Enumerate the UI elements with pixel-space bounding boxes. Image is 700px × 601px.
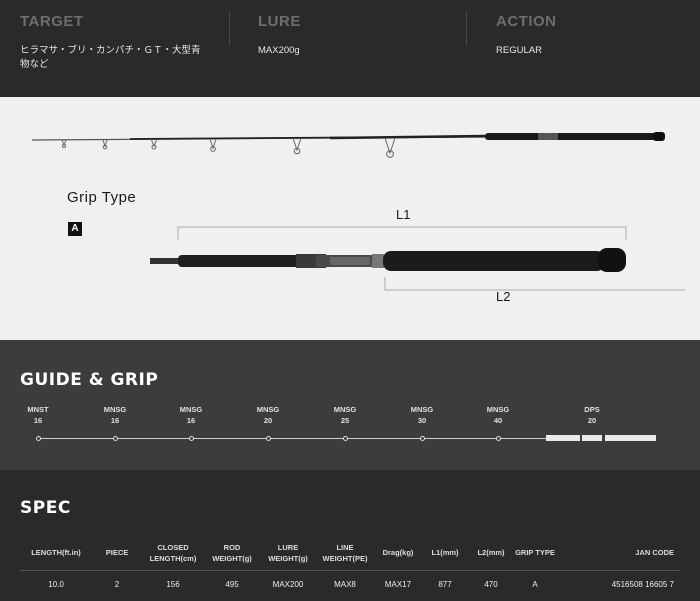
table-cell: 2 — [92, 569, 142, 598]
grip-bar — [546, 435, 580, 441]
column-header: LENGTH(ft.in) — [31, 548, 81, 558]
table-cell: 4516508 16605 7 — [556, 569, 680, 598]
spec-table: LENGTH(ft.in) PIECE CLOSED LENGTH(cm) RO… — [20, 536, 680, 598]
guide-type: MNSG — [410, 405, 434, 414]
guide-size: 25 — [340, 416, 350, 425]
spec-title: SPEC — [20, 498, 71, 518]
guide-item: MNSG 16 — [85, 404, 145, 426]
column-header: PIECE — [105, 548, 129, 558]
grip-type-badge: A — [68, 222, 82, 236]
spec-header-row: LENGTH(ft.in) PIECE CLOSED LENGTH(cm) RO… — [20, 536, 680, 570]
rod-illustration — [31, 132, 685, 291]
column-header: ROD WEIGHT(g) — [212, 542, 252, 563]
guide-type: MNSG — [103, 405, 127, 414]
grip-bar — [605, 435, 656, 441]
guide-type: MNST — [27, 405, 49, 414]
guide-dot — [188, 436, 194, 441]
guide-item: MNSG 16 — [161, 404, 221, 426]
table-cell: 10.0 — [20, 569, 92, 598]
target-value: ヒラマサ・ブリ・カンパチ・ＧＴ・大型青物など — [20, 45, 201, 70]
guide-type: MNSG — [256, 405, 280, 414]
column-header: JAN CODE — [635, 548, 674, 558]
guide-dot — [342, 436, 348, 441]
table-cell: MAX8 — [316, 569, 374, 598]
column-header: CLOSED LENGTH(cm) — [149, 542, 197, 563]
rod-image-area: Grip Type A L1 L2 — [0, 97, 700, 340]
guide-type: MNSG — [179, 405, 203, 414]
table-cell: A — [514, 569, 556, 598]
column-header: LINE WEIGHT(PE) — [322, 542, 368, 563]
column-header: L1(mm) — [431, 548, 459, 558]
guide-grip-section: GUIDE & GRIP MNST 16 MNSG 16 MNSG 16 MNS… — [0, 340, 700, 470]
grip-type-title: Grip Type — [67, 189, 137, 206]
table-cell: MAX17 — [374, 569, 422, 598]
guide-size: 30 — [417, 416, 427, 425]
guide-grip-title: GUIDE & GRIP — [20, 370, 159, 390]
grip-type: DPS — [584, 405, 600, 414]
table-cell: 877 — [422, 569, 468, 598]
table-cell: 470 — [468, 569, 514, 598]
table-cell: 495 — [204, 569, 260, 598]
guide-dot — [419, 436, 425, 441]
column-divider — [229, 12, 230, 46]
guide-item: MNSG 40 — [468, 404, 528, 426]
dimension-l1-label: L1 — [396, 207, 411, 222]
guide-item: MNST 16 — [8, 404, 68, 426]
guide-size: 40 — [493, 416, 503, 425]
grip-size: 20 — [587, 416, 597, 425]
column-header: Drag(kg) — [382, 548, 414, 558]
guide-item: MNSG 25 — [315, 404, 375, 426]
guide-size: 20 — [263, 416, 273, 425]
column-divider — [466, 12, 467, 46]
column-header: GRIP TYPE — [515, 548, 555, 558]
grip-bar — [582, 435, 602, 441]
grip-image — [150, 248, 626, 272]
spec-summary: TARGET ヒラマサ・ブリ・カンパチ・ＧＴ・大型青物など LURE MAX20… — [0, 0, 700, 97]
guide-type: MNSG — [486, 405, 510, 414]
guide-dot — [112, 436, 118, 441]
column-header: L2(mm) — [477, 548, 505, 558]
guide-size: 16 — [186, 416, 196, 425]
full-rod-image — [31, 132, 665, 158]
guide-dot — [35, 436, 41, 441]
guide-size: 16 — [110, 416, 120, 425]
table-cell: MAX200 — [260, 569, 316, 598]
dimension-l2-label: L2 — [496, 289, 511, 304]
spec-section: SPEC LENGTH(ft.in) PIECE CLOSED LENGTH(c… — [0, 470, 700, 601]
grip-item: DPS 20 — [562, 404, 622, 426]
guide-dot — [495, 436, 501, 441]
column-header: LURE WEIGHT(g) — [268, 542, 308, 563]
lure-label: LURE — [258, 13, 301, 30]
guide-dot — [265, 436, 271, 441]
action-label: ACTION — [496, 13, 557, 30]
action-value: REGULAR — [496, 45, 542, 56]
guide-size: 16 — [33, 416, 43, 425]
guide-item: MNSG 20 — [238, 404, 298, 426]
guide-item: MNSG 30 — [392, 404, 452, 426]
lure-value: MAX200g — [258, 45, 300, 56]
table-cell: 156 — [142, 569, 204, 598]
target-label: TARGET — [20, 13, 84, 30]
table-row: 10.0 2 156 495 MAX200 MAX8 MAX17 877 470… — [20, 569, 680, 598]
guide-type: MNSG — [333, 405, 357, 414]
